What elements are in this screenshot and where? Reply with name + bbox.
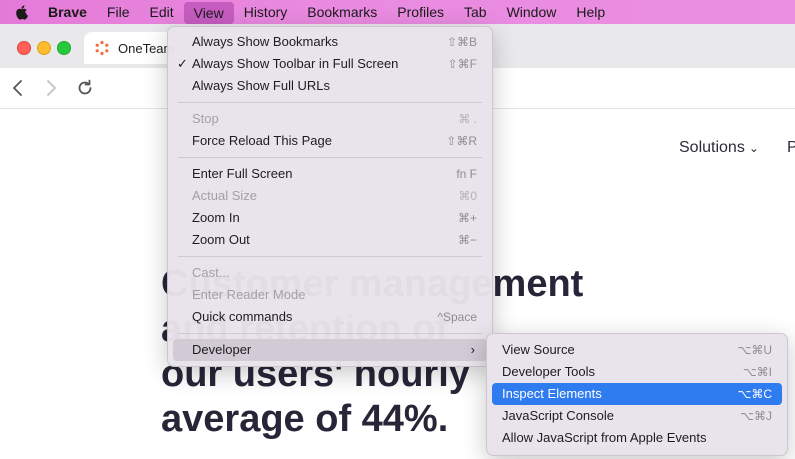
menu-item-shortcut: ⌘ .	[458, 112, 477, 126]
menu-item-shortcut: ⌘−	[457, 233, 477, 247]
nav-solutions-link[interactable]: Solutions ⌄	[679, 139, 759, 156]
reload-icon[interactable]	[75, 78, 95, 98]
menubar-window[interactable]: Window	[497, 0, 567, 24]
menu-item-shortcut: ⌥⌘J	[740, 409, 772, 423]
menu-separator	[178, 102, 482, 103]
menu-item-always-show-bookmarks[interactable]: Always Show Bookmarks ⇧⌘B	[173, 31, 487, 53]
nav-partial-link[interactable]: P	[787, 139, 795, 157]
menu-item-label: Developer Tools	[502, 364, 595, 379]
menu-item-stop: Stop ⌘ .	[173, 108, 487, 130]
menu-item-label: Cast...	[192, 265, 230, 280]
menu-item-shortcut: ⌥⌘C	[737, 387, 773, 401]
menu-item-label: Always Show Toolbar in Full Screen	[192, 56, 399, 71]
menubar-edit[interactable]: Edit	[139, 0, 183, 24]
menu-item-label: View Source	[502, 342, 575, 357]
macos-menu-bar: Brave File Edit View History Bookmarks P…	[0, 0, 795, 24]
back-arrow-icon[interactable]	[8, 78, 28, 98]
menu-item-shortcut: ⌘+	[457, 211, 477, 225]
menu-item-enter-reader-mode: Enter Reader Mode	[173, 284, 487, 306]
menu-item-force-reload[interactable]: Force Reload This Page ⇧⌘R	[173, 130, 487, 152]
menu-item-label: Zoom In	[192, 210, 240, 225]
menu-item-label: JavaScript Console	[502, 408, 614, 423]
menubar-file[interactable]: File	[97, 0, 140, 24]
zoom-window-button[interactable]	[57, 41, 71, 55]
menu-item-zoom-out[interactable]: Zoom Out ⌘−	[173, 229, 487, 251]
menu-item-label: Stop	[192, 111, 219, 126]
menu-item-label: Inspect Elements	[502, 386, 602, 401]
menu-separator	[178, 256, 482, 257]
menu-item-label: Always Show Full URLs	[192, 78, 330, 93]
menu-item-label: Developer	[192, 342, 252, 357]
menu-item-shortcut: ⇧⌘R	[446, 134, 477, 148]
menubar-tab[interactable]: Tab	[454, 0, 497, 24]
menu-item-shortcut: ⌘0	[458, 189, 477, 203]
menu-item-label: Enter Reader Mode	[192, 287, 306, 302]
menu-separator	[178, 333, 482, 334]
nav-solutions-label: Solutions	[679, 139, 745, 156]
menu-item-label: Actual Size	[192, 188, 258, 203]
view-menu: Always Show Bookmarks ⇧⌘B ✓ Always Show …	[167, 26, 493, 367]
menu-item-quick-commands[interactable]: Quick commands ^Space	[173, 306, 487, 328]
chevron-down-icon: ⌄	[748, 141, 759, 155]
menu-item-label: Force Reload This Page	[192, 133, 332, 148]
menu-item-always-show-toolbar-fullscreen[interactable]: ✓ Always Show Toolbar in Full Screen ⇧⌘F	[173, 53, 487, 75]
developer-submenu: View Source ⌥⌘U Developer Tools ⌥⌘I Insp…	[486, 333, 788, 456]
menu-item-shortcut: ⇧⌘B	[446, 35, 477, 49]
menu-item-actual-size: Actual Size ⌘0	[173, 185, 487, 207]
forward-arrow-icon[interactable]	[41, 78, 61, 98]
menu-item-always-show-full-urls[interactable]: Always Show Full URLs	[173, 75, 487, 97]
menu-item-view-source[interactable]: View Source ⌥⌘U	[492, 339, 782, 361]
menubar-history[interactable]: History	[234, 0, 298, 24]
menu-item-shortcut: ⌥⌘U	[737, 343, 773, 357]
menubar-app-name[interactable]: Brave	[48, 0, 97, 24]
menu-item-enter-full-screen[interactable]: Enter Full Screen fn F	[173, 163, 487, 185]
site-nav: Solutions ⌄ P	[679, 139, 795, 157]
menubar-view[interactable]: View	[183, 1, 234, 24]
menu-item-shortcut: ⇧⌘F	[447, 57, 477, 71]
menu-item-shortcut: ⌥⌘I	[742, 365, 772, 379]
menubar-help[interactable]: Help	[566, 0, 615, 24]
menu-item-label: Zoom Out	[192, 232, 250, 247]
menu-item-label: Allow JavaScript from Apple Events	[502, 430, 707, 445]
menu-item-developer-tools[interactable]: Developer Tools ⌥⌘I	[492, 361, 782, 383]
menu-item-label: Always Show Bookmarks	[192, 34, 338, 49]
menu-item-allow-javascript-apple-events[interactable]: Allow JavaScript from Apple Events	[492, 427, 782, 449]
chevron-right-icon: ›	[470, 342, 475, 357]
menubar-profiles[interactable]: Profiles	[387, 0, 454, 24]
menu-item-developer[interactable]: Developer ›	[173, 339, 487, 361]
apple-logo-icon[interactable]	[14, 4, 30, 20]
minimize-window-button[interactable]	[37, 41, 51, 55]
oneteam-favicon-icon	[95, 40, 109, 56]
menu-item-cast: Cast...	[173, 262, 487, 284]
menu-item-shortcut: ^Space	[437, 310, 477, 324]
checkmark-icon: ✓	[177, 56, 188, 71]
menu-item-shortcut: fn F	[456, 167, 477, 181]
close-window-button[interactable]	[17, 41, 31, 55]
menu-separator	[178, 157, 482, 158]
menu-item-inspect-elements[interactable]: Inspect Elements ⌥⌘C	[492, 383, 782, 405]
menu-item-label: Quick commands	[192, 309, 293, 324]
menubar-bookmarks[interactable]: Bookmarks	[297, 0, 387, 24]
menu-item-javascript-console[interactable]: JavaScript Console ⌥⌘J	[492, 405, 782, 427]
menu-item-zoom-in[interactable]: Zoom In ⌘+	[173, 207, 487, 229]
menu-item-label: Enter Full Screen	[192, 166, 293, 181]
tab-title: OneTeam	[118, 40, 175, 56]
